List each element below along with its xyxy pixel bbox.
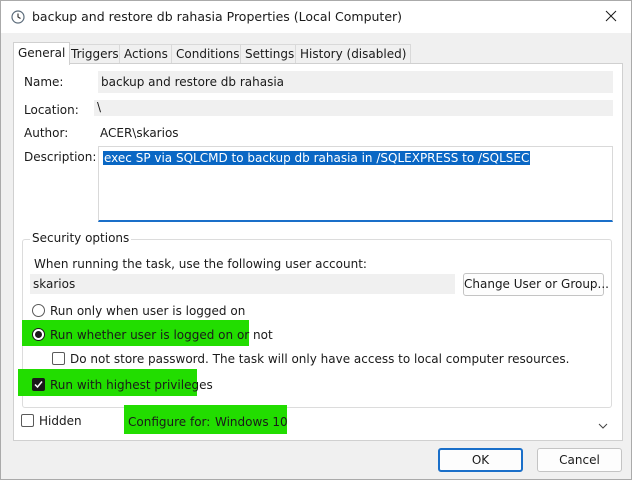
configure-for-value: Windows 10 bbox=[215, 415, 288, 429]
hidden-label[interactable]: Hidden bbox=[39, 414, 82, 428]
description-textarea[interactable]: exec SP via SQLCMD to backup db rahasia … bbox=[98, 146, 613, 222]
name-label: Name: bbox=[24, 75, 64, 89]
radio-whether-logged-on[interactable] bbox=[32, 328, 45, 341]
location-label: Location: bbox=[24, 103, 79, 117]
security-options-title: Security options bbox=[30, 231, 132, 245]
tab-general[interactable]: General bbox=[13, 42, 71, 65]
task-scheduler-icon bbox=[11, 10, 25, 24]
checkmark-icon bbox=[34, 381, 43, 389]
tab-triggers[interactable]: Triggers bbox=[66, 44, 124, 64]
radio-logged-on-label[interactable]: Run only when user is logged on bbox=[50, 304, 245, 318]
user-account-field[interactable]: skarios bbox=[30, 274, 455, 294]
tab-bar: General Triggers Actions Conditions Sett… bbox=[13, 42, 623, 65]
configure-for-dropdown[interactable]: Windows 10 bbox=[111, 344, 608, 429]
cancel-button[interactable]: Cancel bbox=[537, 448, 622, 472]
hidden-checkbox[interactable] bbox=[21, 414, 34, 427]
window-title: backup and restore db rahasia Properties… bbox=[32, 9, 403, 24]
radio-whether-label[interactable]: Run whether user is logged on or not bbox=[50, 328, 273, 342]
no-store-password-checkbox[interactable] bbox=[52, 352, 65, 365]
location-field[interactable]: \ bbox=[94, 100, 613, 116]
description-label: Description: bbox=[24, 150, 97, 164]
configure-for-label: Configure for: bbox=[128, 415, 211, 429]
properties-dialog: backup and restore db rahasia Properties… bbox=[0, 0, 632, 480]
tab-conditions[interactable]: Conditions bbox=[171, 44, 245, 64]
author-value: ACER\skarios bbox=[100, 126, 179, 140]
title-bar: backup and restore db rahasia Properties… bbox=[1, 1, 631, 33]
description-text: exec SP via SQLCMD to backup db rahasia … bbox=[103, 151, 531, 165]
tab-actions[interactable]: Actions bbox=[119, 44, 173, 64]
account-prompt: When running the task, use the following… bbox=[34, 257, 367, 271]
change-user-button[interactable]: Change User or Group... bbox=[463, 273, 609, 296]
radio-logged-on[interactable] bbox=[32, 304, 45, 317]
name-field[interactable]: backup and restore db rahasia bbox=[98, 71, 613, 93]
author-label: Author: bbox=[24, 126, 69, 140]
close-icon[interactable] bbox=[605, 10, 617, 25]
general-panel: Name: backup and restore db rahasia Loca… bbox=[13, 63, 623, 441]
ok-button[interactable]: OK bbox=[438, 448, 523, 472]
tab-settings[interactable]: Settings bbox=[240, 44, 300, 64]
highest-privileges-label[interactable]: Run with highest privileges bbox=[50, 378, 213, 392]
tab-history[interactable]: History (disabled) bbox=[295, 44, 412, 64]
chevron-down-icon[interactable] bbox=[598, 418, 608, 432]
close-button[interactable] bbox=[597, 5, 625, 29]
highest-privileges-checkbox[interactable] bbox=[32, 378, 45, 391]
